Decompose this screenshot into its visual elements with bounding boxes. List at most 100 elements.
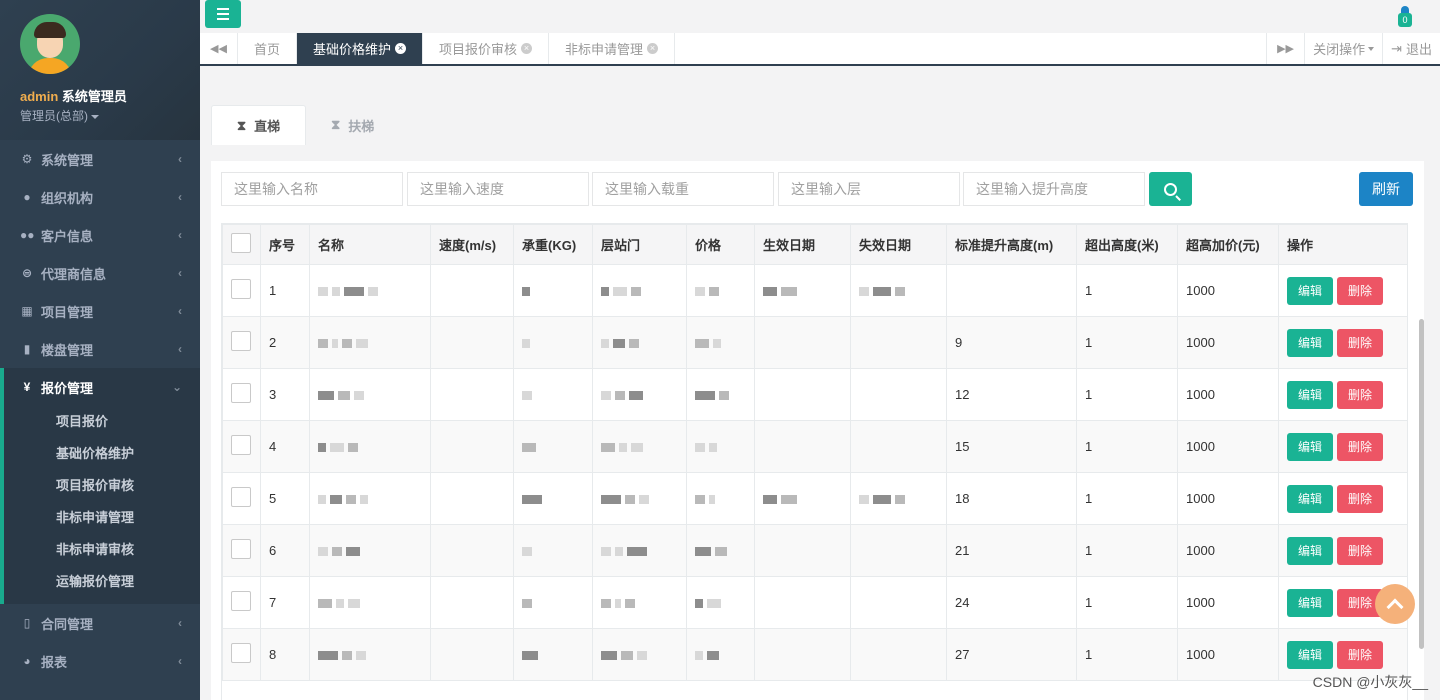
submenu-item-quote-review[interactable]: 项目报价审核 [4, 470, 200, 502]
edit-button[interactable]: 编辑 [1287, 276, 1334, 305]
name-search-input[interactable] [221, 172, 403, 206]
edit-button[interactable]: 编辑 [1287, 484, 1334, 513]
sidebar-item-system[interactable]: ⚙ 系统管理 ‹ [0, 140, 200, 178]
hourglass-icon: ⧗ [237, 117, 247, 133]
tab-quote-review[interactable]: 项目报价审核 × [423, 33, 550, 64]
row-checkbox[interactable] [231, 383, 251, 403]
row-select-cell [222, 368, 261, 421]
row-checkbox[interactable] [231, 435, 251, 455]
sidebar-item-organization[interactable]: ● 组织机构 ‹ [0, 178, 200, 216]
edit-button[interactable]: 编辑 [1287, 432, 1334, 461]
menu-toggle-button[interactable] [205, 0, 241, 28]
column-header[interactable]: 名称 [309, 224, 431, 265]
load-search-input[interactable] [592, 172, 774, 206]
table-row[interactable]: 5 18 1 1000 编辑 删除 [222, 472, 1407, 525]
redacted-text [895, 287, 905, 297]
delete-button[interactable]: 删除 [1337, 536, 1384, 565]
cell-start-date [754, 316, 851, 369]
column-header[interactable]: 失效日期 [850, 224, 947, 265]
tabs-scroll-left-button[interactable]: ◀◀ [200, 33, 238, 64]
row-checkbox[interactable] [231, 643, 251, 663]
delete-button[interactable]: 删除 [1337, 484, 1384, 513]
sidebar-item-quotes[interactable]: ¥ 报价管理 ⌄ 项目报价 基础价格维护 项目报价审核 非标申请管理 非标申请审核 … [0, 368, 200, 604]
sidebar-item-agents[interactable]: ⊜ 代理商信息 ‹ [0, 254, 200, 292]
scrollbar[interactable] [1419, 319, 1424, 649]
edit-button[interactable]: 编辑 [1287, 536, 1334, 565]
tab-elevator[interactable]: ⧗ 直梯 [211, 105, 307, 145]
user-name[interactable]: admin 系统管理员 [20, 86, 180, 105]
submenu-item-nonstd-review[interactable]: 非标申请审核 [4, 534, 200, 566]
column-header[interactable]: 序号 [260, 224, 310, 265]
row-checkbox[interactable] [231, 539, 251, 559]
height-search-input[interactable] [963, 172, 1145, 206]
edit-button[interactable]: 编辑 [1287, 640, 1334, 669]
sidebar-item-buildings[interactable]: ▮ 楼盘管理 ‹ [0, 330, 200, 368]
table-row[interactable]: 4 15 1 1000 编辑 删除 [222, 420, 1407, 473]
edit-button[interactable]: 编辑 [1287, 380, 1334, 409]
edit-button[interactable]: 编辑 [1287, 328, 1334, 357]
submenu-item-base-price[interactable]: 基础价格维护 [4, 438, 200, 470]
tab-base-price[interactable]: 基础价格维护 × [297, 33, 424, 64]
tab-home[interactable]: 首页 [238, 33, 298, 64]
close-icon[interactable]: × [395, 43, 407, 54]
floor-search-input[interactable] [778, 172, 960, 206]
row-checkbox[interactable] [231, 591, 251, 611]
delete-button[interactable]: 删除 [1337, 380, 1384, 409]
submenu-item-transport-quote[interactable]: 运输报价管理 [4, 566, 200, 598]
delete-button[interactable]: 删除 [1337, 432, 1384, 461]
redacted-text [695, 547, 711, 557]
redacted-text [859, 495, 869, 505]
delete-button[interactable]: 删除 [1337, 276, 1384, 305]
logout-button[interactable]: ⇥ 退出 [1382, 33, 1440, 64]
submenu-item-project-quote[interactable]: 项目报价 [4, 406, 200, 438]
redacted-text [601, 495, 621, 505]
cell-no: 7 [260, 576, 310, 629]
column-header[interactable]: 速度(m/s) [430, 224, 514, 265]
column-header[interactable]: 生效日期 [754, 224, 851, 265]
tab-nonstd-manage[interactable]: 非标申请管理 × [549, 33, 676, 64]
delete-button[interactable]: 删除 [1337, 640, 1384, 669]
close-operations-dropdown[interactable]: 关闭操作 [1304, 33, 1382, 64]
tab-escalator[interactable]: ⧗ 扶梯 [306, 105, 399, 145]
quotes-submenu: 项目报价 基础价格维护 项目报价审核 非标申请管理 非标申请审核 运输报价管理 [4, 406, 200, 604]
refresh-button[interactable]: 刷新 [1359, 172, 1413, 206]
column-header[interactable]: 层站门 [592, 224, 687, 265]
column-header[interactable]: 承重(KG) [513, 224, 593, 265]
delete-button[interactable]: 删除 [1337, 328, 1384, 357]
lock-icon[interactable]: 0 [1398, 6, 1412, 27]
submenu-item-nonstd-manage[interactable]: 非标申请管理 [4, 502, 200, 534]
row-checkbox[interactable] [231, 279, 251, 299]
speed-search-input[interactable] [407, 172, 589, 206]
user-role-dropdown[interactable]: 管理员(总部) [20, 107, 180, 124]
table-row[interactable]: 2 9 1 1000 编辑 删除 [222, 316, 1407, 369]
sidebar-item-customers[interactable]: ●● 客户信息 ‹ [0, 216, 200, 254]
close-icon[interactable]: × [521, 43, 533, 54]
column-header[interactable]: 价格 [686, 224, 755, 265]
table-row[interactable]: 7 24 1 1000 编辑 删除 [222, 576, 1407, 629]
table-row[interactable]: 6 21 1 1000 编辑 删除 [222, 524, 1407, 577]
row-checkbox[interactable] [231, 331, 251, 351]
search-button[interactable] [1149, 172, 1192, 206]
cell-actions: 编辑 删除 [1278, 316, 1407, 369]
avatar[interactable] [20, 14, 80, 74]
sidebar-item-contracts[interactable]: ▯ 合同管理 ‹ [0, 604, 200, 642]
column-header[interactable]: 标准提升高度(m) [946, 224, 1077, 265]
table-row[interactable]: 8 27 1 1000 编辑 删除 [222, 628, 1407, 681]
select-all-checkbox[interactable] [231, 233, 251, 253]
table-row[interactable]: 1 1 1000 编辑 删除 [222, 264, 1407, 317]
row-checkbox[interactable] [231, 487, 251, 507]
redacted-text [601, 339, 609, 349]
column-header[interactable]: 超出高度(米) [1076, 224, 1178, 265]
cell-end-date [850, 628, 947, 681]
redacted-text [601, 443, 615, 453]
sidebar-item-reports[interactable]: ◕ 报表 ‹ [0, 642, 200, 680]
sidebar-item-projects[interactable]: ▦ 项目管理 ‹ [0, 292, 200, 330]
column-header[interactable]: 超高加价(元) [1177, 224, 1279, 265]
gear-icon: ⚙ [21, 152, 33, 166]
edit-button[interactable]: 编辑 [1287, 588, 1334, 617]
back-to-top-button[interactable] [1375, 584, 1415, 624]
tabs-scroll-right-button[interactable]: ▶▶ [1266, 33, 1304, 64]
close-icon[interactable]: × [647, 43, 659, 54]
table-row[interactable]: 3 12 1 1000 编辑 删除 [222, 368, 1407, 421]
redacted-text [695, 599, 703, 609]
